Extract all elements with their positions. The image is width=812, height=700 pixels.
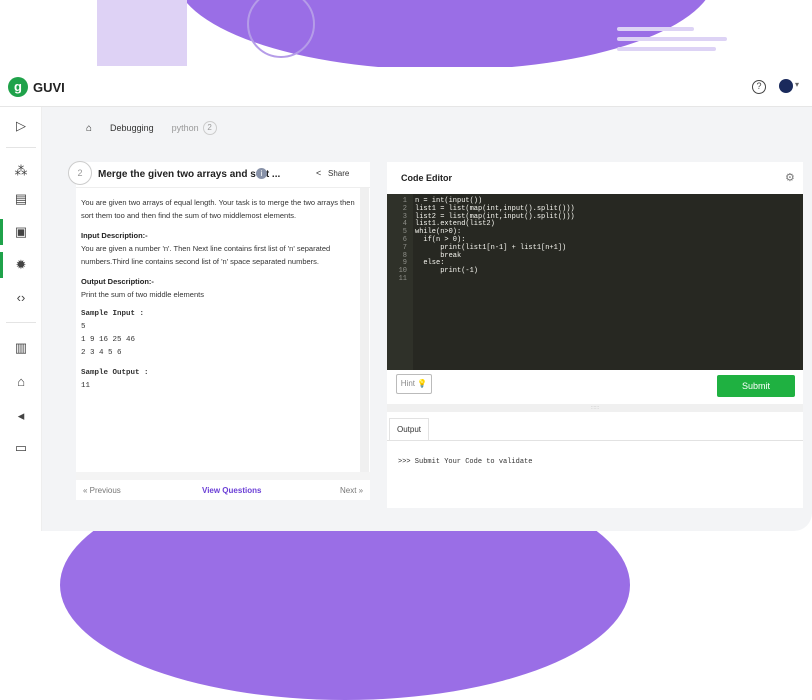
shapes-icon[interactable]: ⁂	[11, 162, 31, 180]
vertical-scrollbar[interactable]	[360, 188, 369, 472]
question-number: 2	[68, 161, 92, 185]
input-description-label: Input Description:-	[81, 231, 148, 240]
output-description-label: Output Description:-	[81, 277, 154, 286]
sidebar-divider	[6, 322, 36, 323]
code-terminal-icon[interactable]: ▣	[11, 223, 31, 241]
home-icon[interactable]: ⌂	[86, 123, 92, 134]
breadcrumb-badge: 2	[202, 121, 217, 135]
help-icon[interactable]: ?	[752, 80, 766, 94]
code-text: list1.extend(list2)	[415, 220, 495, 229]
breadcrumb: ⌂ Debugging python 2	[76, 119, 370, 137]
code-text: else:	[415, 259, 445, 268]
megaphone-icon[interactable]: ◂	[11, 407, 31, 425]
top-bar: g GUVI ? ▾	[0, 67, 812, 107]
code-text: while(n>0):	[415, 228, 462, 237]
sidebar-active-indicator	[0, 219, 3, 245]
output-text: >>> Submit Your Code to validate	[398, 458, 533, 466]
sample-input-line: 2 3 4 5 6	[81, 349, 122, 357]
code-text: n = int(input())	[415, 197, 483, 205]
line-number: 4	[402, 220, 407, 229]
code-text: print(list1[n-1] + list1[n+1])	[415, 243, 567, 252]
tab-output[interactable]: Output	[389, 418, 429, 440]
question-description: You are given two arrays of equal length…	[81, 198, 355, 220]
line-number: 8	[402, 251, 407, 260]
hint-button[interactable]: Hint 💡	[396, 374, 432, 394]
next-button[interactable]: Next »	[340, 486, 363, 495]
code-text: break	[415, 251, 462, 260]
code-text: list2 = list(map(int,input().split()))	[415, 212, 575, 221]
sample-input-line: 5	[81, 323, 86, 331]
line-number: 11	[398, 275, 407, 283]
line-number: 3	[402, 212, 407, 221]
code-area[interactable]: 1 n = int(input()) 2 list1 = list(map(int,i…	[387, 194, 803, 370]
question-body: You are given two arrays of equal length…	[81, 196, 355, 393]
logo[interactable]: g GUVI	[8, 77, 65, 97]
breadcrumb-debugging[interactable]: Debugging	[110, 123, 154, 133]
editor-title: Code Editor	[401, 173, 452, 183]
share-button[interactable]: Share	[328, 169, 349, 178]
leaderboard-icon[interactable]: ▥	[11, 339, 31, 357]
gear-icon[interactable]: ⚙	[785, 171, 795, 184]
gift-icon[interactable]: ⌂	[11, 373, 31, 391]
previous-button[interactable]: « Previous	[83, 486, 121, 495]
bug-icon[interactable]: ✹	[11, 256, 31, 274]
line-number: 7	[402, 243, 407, 252]
code-text: if(n > 0):	[415, 236, 466, 244]
sample-input-line: 1 9 16 25 46	[81, 336, 136, 344]
decor-square	[97, 0, 187, 66]
code-editor-panel: Code Editor ⚙ 1 n = int(input()) 2 list1 = …	[387, 162, 803, 508]
play-icon[interactable]: ▷	[11, 117, 31, 135]
question-header: 2 Merge the given two arrays and sort ..…	[68, 161, 370, 188]
breadcrumb-python[interactable]: python	[172, 123, 199, 133]
code-text: print(-1)	[415, 267, 479, 276]
sample-output-label: Sample Output :	[81, 369, 149, 377]
question-footer: « Previous View Questions Next »	[76, 482, 370, 500]
line-number: 6	[402, 236, 407, 244]
chat-icon[interactable]: ▭	[11, 439, 31, 457]
output-divider	[387, 440, 803, 441]
info-icon[interactable]: i	[256, 168, 267, 179]
app-window: g GUVI ? ▾ ▷ ⁂ ▤ ▣ ✹ ‹› ▥ ⌂ ◂ ▭ ⌂ Debugging pytho…	[0, 67, 812, 531]
line-number: 1	[402, 197, 407, 205]
sidebar: ▷ ⁂ ▤ ▣ ✹ ‹› ▥ ⌂ ◂ ▭	[0, 107, 42, 531]
calendar-icon[interactable]: ▤	[11, 190, 31, 208]
code-brackets-icon[interactable]: ‹›	[11, 289, 31, 307]
input-description-text: You are given a number 'n'. Then Next li…	[81, 244, 331, 266]
question-title: Merge the given two arrays and sort ...	[98, 169, 281, 180]
submit-button[interactable]: Submit	[717, 375, 795, 397]
horizontal-scrollbar[interactable]	[76, 472, 370, 480]
question-panel: 2 Merge the given two arrays and sort ..…	[68, 161, 370, 500]
sidebar-divider	[6, 147, 36, 148]
line-number: 9	[402, 259, 407, 268]
view-questions-button[interactable]: View Questions	[202, 486, 261, 495]
decor-lines	[617, 27, 727, 57]
code-text: list1 = list(map(int,input().split()))	[415, 204, 575, 213]
sidebar-active-indicator	[0, 252, 3, 278]
logo-text: GUVI	[33, 79, 65, 95]
line-number: 2	[402, 204, 407, 213]
sample-output-line: 11	[81, 382, 91, 390]
sample-input-label: Sample Input :	[81, 310, 145, 318]
editor-header: Code Editor ⚙	[387, 162, 803, 192]
output-description-text: Print the sum of two middle elements	[81, 290, 204, 299]
line-number: 5	[402, 228, 407, 237]
panel-resizer[interactable]: ::::::	[387, 404, 803, 412]
share-icon[interactable]: <	[316, 168, 321, 178]
chevron-down-icon[interactable]: ▾	[795, 80, 799, 89]
line-number: 10	[398, 267, 407, 276]
avatar[interactable]	[779, 79, 793, 93]
logo-icon: g	[8, 77, 28, 97]
